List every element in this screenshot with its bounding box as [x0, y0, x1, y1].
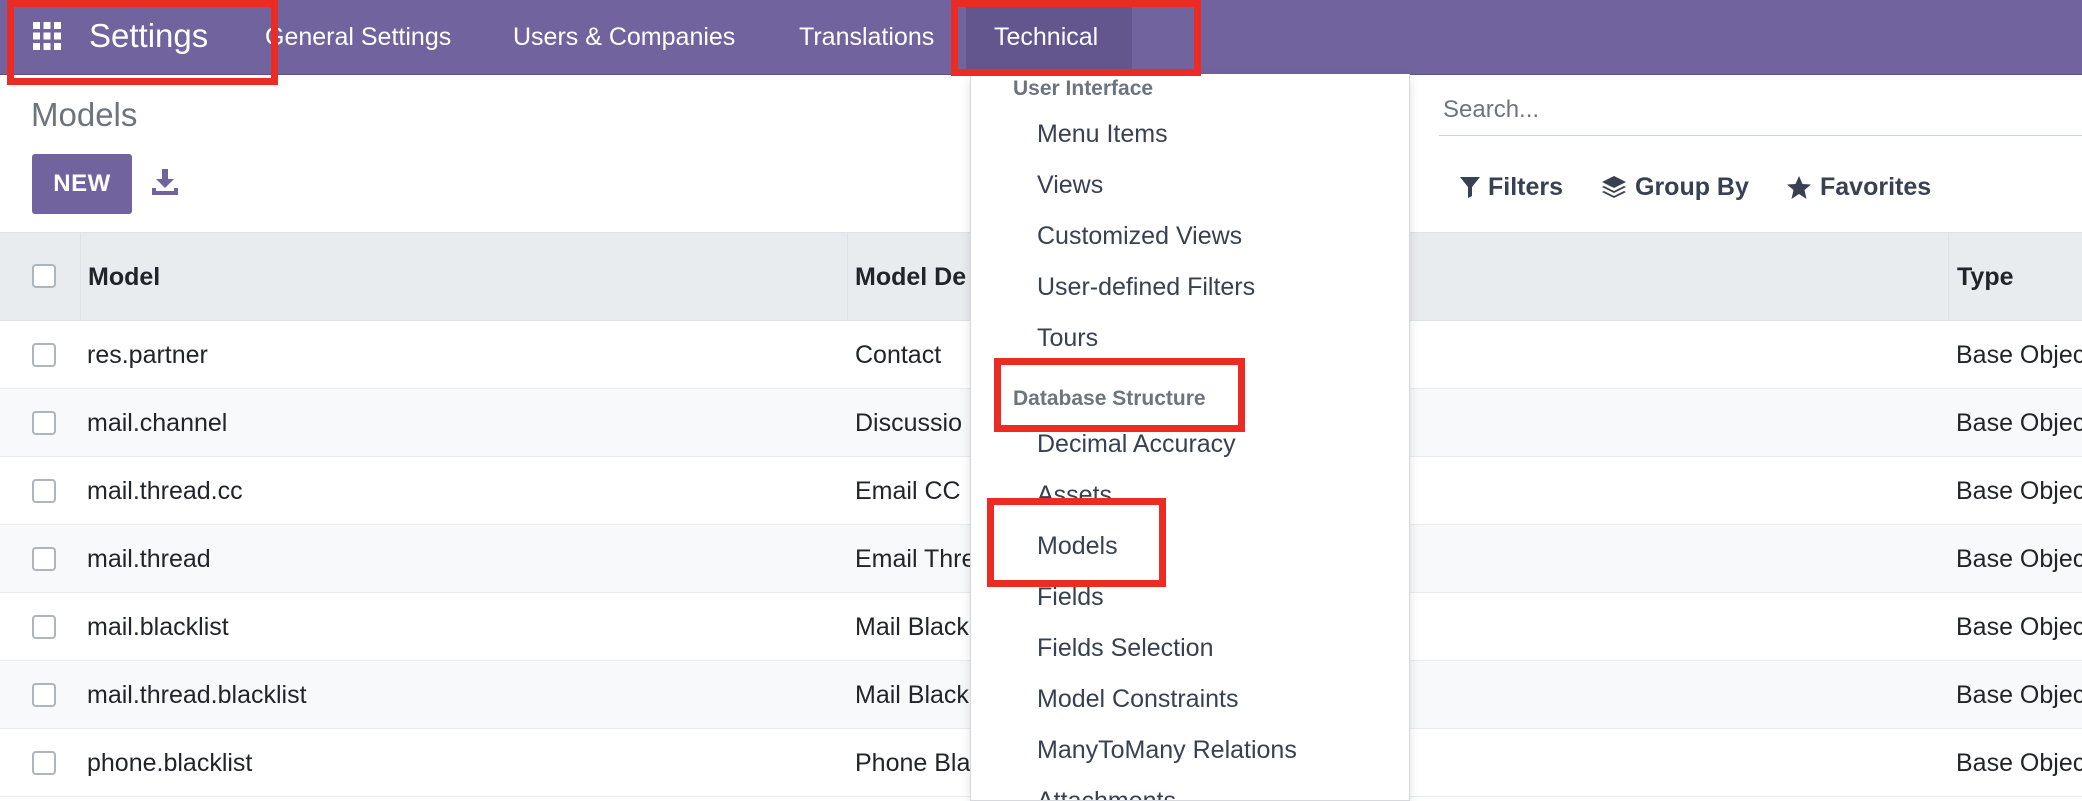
- row-checkbox[interactable]: [32, 479, 56, 503]
- cell-description: Email Thre: [855, 545, 976, 573]
- menu-item-user-defined-filters[interactable]: User-defined Filters: [1037, 270, 1255, 304]
- group-by-label: Group By: [1635, 172, 1749, 201]
- menu-item-menu-items[interactable]: Menu Items: [1037, 117, 1168, 151]
- cell-type: Base Objec: [1956, 749, 2082, 777]
- cell-type: Base Objec: [1956, 681, 2082, 709]
- cell-description: Email CC: [855, 477, 961, 505]
- cell-model: res.partner: [87, 341, 208, 369]
- download-icon[interactable]: [150, 168, 180, 196]
- menu-item-tours[interactable]: Tours: [1037, 321, 1098, 355]
- favorites-button[interactable]: Favorites: [1786, 168, 1931, 206]
- menu-users-companies[interactable]: Users & Companies: [509, 0, 739, 74]
- menu-item-fields[interactable]: Fields: [1037, 580, 1104, 614]
- cell-model: mail.blacklist: [87, 613, 229, 641]
- apps-grid-icon[interactable]: [31, 20, 63, 52]
- cell-model: mail.thread.blacklist: [87, 681, 307, 709]
- row-checkbox[interactable]: [32, 751, 56, 775]
- menu-technical[interactable]: Technical: [966, 0, 1132, 74]
- row-checkbox[interactable]: [32, 547, 56, 571]
- column-header-type[interactable]: Type: [1957, 233, 2014, 322]
- select-all-checkbox[interactable]: [32, 264, 56, 288]
- menu-item-fields-selection[interactable]: Fields Selection: [1037, 631, 1213, 665]
- menu-item-decimal-accuracy[interactable]: Decimal Accuracy: [1037, 427, 1236, 461]
- row-checkbox[interactable]: [32, 683, 56, 707]
- search-input[interactable]: [1439, 84, 2082, 136]
- cell-description: Phone Bla: [855, 749, 971, 777]
- star-icon: [1787, 175, 1811, 199]
- menu-general-settings[interactable]: General Settings: [261, 0, 455, 74]
- cell-type: Base Objec: [1956, 545, 2082, 573]
- column-header-model-description[interactable]: Model De: [855, 233, 966, 322]
- cell-model: mail.thread.cc: [87, 477, 243, 505]
- favorites-label: Favorites: [1820, 172, 1932, 201]
- row-checkbox[interactable]: [32, 615, 56, 639]
- cell-description: Mail Black: [855, 613, 969, 641]
- cell-model: mail.thread: [87, 545, 211, 573]
- menu-item-views[interactable]: Views: [1037, 168, 1103, 202]
- cell-description: Mail Black: [855, 681, 969, 709]
- app-title[interactable]: Settings: [89, 14, 208, 58]
- column-divider: [1948, 233, 1949, 321]
- cell-type: Base Objec: [1956, 409, 2082, 437]
- column-divider: [847, 233, 848, 321]
- cell-description: Discussio: [855, 409, 962, 437]
- filter-icon: [1460, 177, 1480, 198]
- menu-item-many-to-many-relations[interactable]: ManyToMany Relations: [1037, 733, 1297, 767]
- filters-button[interactable]: Filters: [1460, 168, 1563, 206]
- cell-type: Base Objec: [1956, 341, 2082, 369]
- menu-translations[interactable]: Translations: [795, 0, 938, 74]
- top-navbar: Settings General Settings Users & Compan…: [0, 0, 2082, 75]
- menu-item-model-constraints[interactable]: Model Constraints: [1037, 682, 1238, 716]
- row-checkbox[interactable]: [32, 343, 56, 367]
- group-by-button[interactable]: Group By: [1601, 168, 1749, 206]
- row-checkbox[interactable]: [32, 411, 56, 435]
- cell-model: phone.blacklist: [87, 749, 253, 777]
- new-button[interactable]: NEW: [32, 154, 132, 214]
- menu-item-customized-views[interactable]: Customized Views: [1037, 219, 1242, 253]
- column-divider: [80, 233, 81, 321]
- column-header-model[interactable]: Model: [88, 233, 160, 322]
- cell-type: Base Objec: [1956, 477, 2082, 505]
- menu-item-assets[interactable]: Assets: [1037, 478, 1112, 512]
- cell-model: mail.channel: [87, 409, 228, 437]
- cell-type: Base Objec: [1956, 613, 2082, 641]
- page-title: Models: [31, 96, 138, 133]
- cell-description: Contact: [855, 341, 942, 369]
- section-header-database-structure: Database Structure: [1013, 387, 1206, 410]
- menu-item-attachments[interactable]: Attachments: [1037, 784, 1176, 800]
- layers-icon: [1602, 176, 1626, 198]
- section-header-user-interface: User Interface: [1013, 77, 1154, 100]
- menu-item-models[interactable]: Models: [1037, 529, 1118, 563]
- filters-label: Filters: [1488, 172, 1564, 201]
- technical-dropdown-menu: User Interface Menu Items Views Customiz…: [970, 74, 1410, 801]
